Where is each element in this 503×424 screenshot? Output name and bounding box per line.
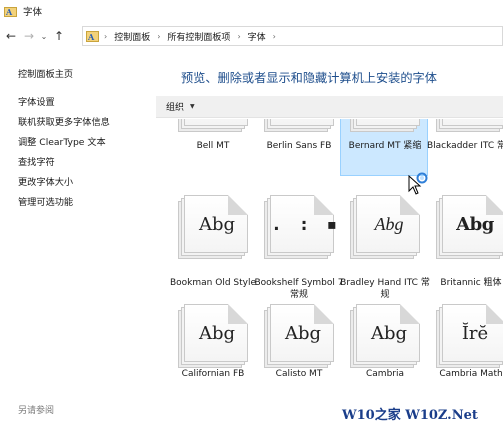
font-preview-icon: Abg: [264, 304, 334, 368]
back-arrow-icon[interactable]: ←: [2, 25, 20, 47]
breadcrumb-separator-icon: ›: [272, 31, 276, 41]
fonts-location-icon: A: [86, 30, 99, 42]
sidebar-item-cleartype[interactable]: 调整 ClearType 文本: [18, 134, 106, 148]
font-preview-icon: Abg: [350, 119, 420, 132]
left-pane: 控制面板主页 字体设置 联机获取更多字体信息 调整 ClearType 文本 查…: [0, 52, 156, 424]
mouse-cursor-icon: [408, 172, 428, 195]
font-name-label: Bradley Hand ITC 常规: [340, 278, 430, 300]
font-name-label: Britannic 粗体: [440, 278, 502, 288]
font-sample-text: Abg: [198, 323, 236, 344]
forward-arrow-icon[interactable]: →: [20, 25, 38, 47]
font-sample-text: Ĭrĕ: [461, 323, 489, 344]
svg-text:A: A: [5, 7, 13, 17]
command-bar: 组织 ▼: [156, 96, 503, 118]
sidebar-item-find-character[interactable]: 查找字符: [18, 154, 55, 168]
title-bar: A 字体: [0, 0, 503, 22]
sidebar-item-online-fonts[interactable]: 联机获取更多字体信息: [18, 114, 110, 128]
font-preview-icon: Abg: [350, 304, 420, 368]
breadcrumb-fonts[interactable]: 字体: [248, 30, 266, 43]
font-preview-icon: Abg: [178, 304, 248, 368]
font-preview-icon: Abg: [436, 119, 503, 132]
breadcrumb-all-items[interactable]: 所有控制面板项: [167, 30, 230, 43]
font-sample-text: Abg: [370, 323, 408, 344]
svg-text:A: A: [87, 32, 95, 42]
font-preview-icon: Ĭrĕ: [436, 304, 503, 368]
font-name-label: Bookman Old Style: [169, 278, 256, 288]
see-also-heading: 另请参阅: [18, 406, 55, 416]
recent-locations-chevron-icon[interactable]: ⌄: [38, 25, 50, 47]
font-grid: Abg Bell MT Abg Berlin Sans FB Abg Bernard MT…: [156, 119, 503, 424]
font-sample-text: Abg: [456, 214, 494, 235]
font-sample-text: Abg: [374, 214, 404, 234]
up-arrow-icon[interactable]: ↑: [50, 25, 68, 47]
fonts-folder-icon: A: [4, 6, 17, 17]
font-name-label: Cambria: [366, 369, 404, 379]
sidebar-item-home[interactable]: 控制面板主页: [18, 66, 73, 80]
address-bar[interactable]: A › 控制面板 › 所有控制面板项 › 字体 ›: [82, 26, 503, 46]
font-sample-text: Abg: [284, 323, 322, 344]
organize-button[interactable]: 组织: [166, 100, 184, 113]
font-name-label: Bell MT: [196, 141, 230, 151]
sidebar-item-font-settings[interactable]: 字体设置: [18, 94, 55, 108]
font-name-label: Californian FB: [181, 369, 245, 379]
font-preview-icon: Abg: [264, 119, 334, 132]
font-name-label: Calisto MT: [275, 369, 323, 379]
breadcrumb-separator-icon: ›: [104, 31, 108, 41]
font-preview-icon: Abg: [178, 195, 248, 259]
breadcrumb-separator-icon: ›: [237, 31, 241, 41]
font-name-label: Bernard MT 紧缩: [348, 141, 422, 151]
breadcrumb-control-panel[interactable]: 控制面板: [114, 30, 150, 43]
font-preview-icon: . : ▪ ▪: [264, 195, 368, 259]
site-watermark: W10之家 W10Z.Net: [342, 408, 478, 423]
font-preview-icon: Abg: [436, 195, 503, 259]
main-content: 预览、删除或者显示和隐藏计算机上安装的字体 组织 ▼ AbgBell MTAbg…: [156, 52, 503, 424]
font-name-label: Berlin Sans FB: [266, 141, 332, 151]
font-name-label: Cambria Math: [439, 369, 503, 379]
font-name-label: Blackadder ITC 常规: [426, 141, 503, 151]
font-preview-icon: Abg: [350, 195, 420, 259]
navigation-bar: ← → ⌄ ↑ A › 控制面板 › 所有控制面板项 › 字体 ›: [0, 24, 503, 48]
font-name-label: Bookshelf Symbol 7 常规: [254, 278, 344, 300]
chevron-down-icon[interactable]: ▼: [190, 103, 195, 110]
sidebar-item-optional-features[interactable]: 管理可选功能: [18, 194, 73, 208]
window-title: 字体: [23, 7, 43, 18]
font-sample-text: . : ▪ ▪: [271, 214, 368, 235]
font-preview-icon: Abg: [178, 119, 248, 132]
breadcrumb-separator-icon: ›: [157, 31, 161, 41]
page-title: 预览、删除或者显示和隐藏计算机上安装的字体: [181, 71, 437, 85]
sidebar-item-font-size[interactable]: 更改字体大小: [18, 174, 73, 188]
font-sample-text: Abg: [198, 214, 236, 235]
